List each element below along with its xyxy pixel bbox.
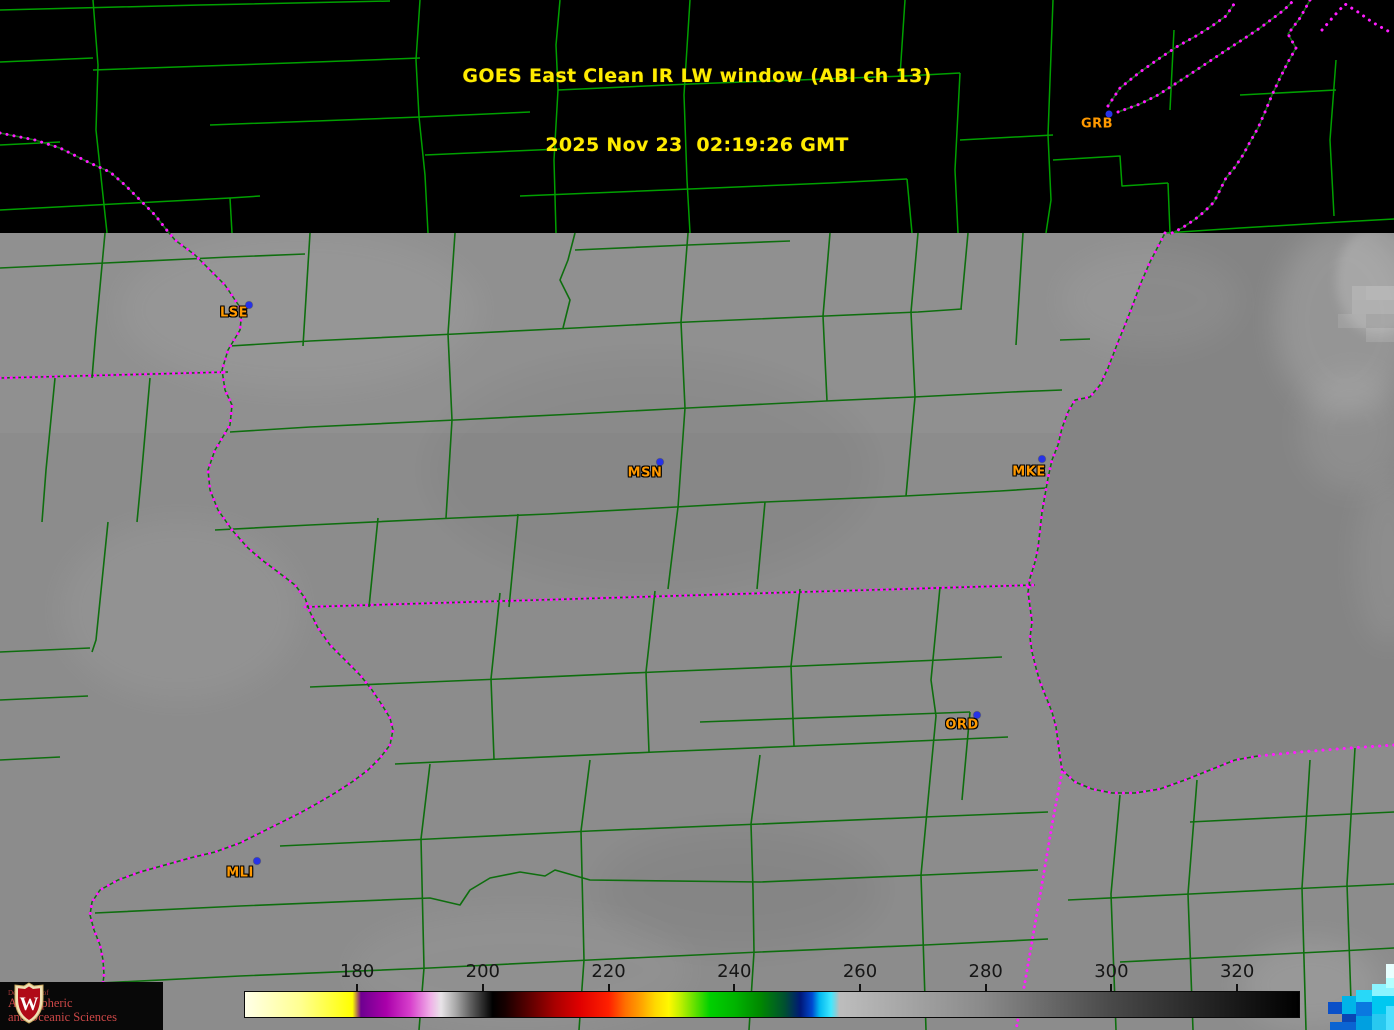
city-label: MLI [226, 865, 254, 881]
colorbar-tick-label: 300 [1094, 961, 1129, 982]
colorbar-tick-label: 260 [842, 961, 878, 982]
colorbar-tick [607, 984, 610, 991]
title-line-1: GOES East Clean IR LW window (ABI ch 13) [462, 65, 932, 87]
colorbar-tick [733, 984, 736, 991]
city-dot [1038, 455, 1046, 463]
colorbar-tick [859, 984, 861, 991]
colorbar-tick-label: 240 [717, 961, 752, 982]
aos-logo: W Department of Atmospheric and Oceanic … [0, 982, 163, 1030]
city-dot [245, 301, 253, 309]
temperature-colorbar [244, 991, 1300, 1018]
city-label: LSE [219, 305, 249, 321]
city-label: ORD [945, 717, 979, 733]
colorbar-tick-label: 200 [465, 961, 501, 982]
city-dot [973, 711, 981, 719]
colorbar-tick [1110, 984, 1113, 991]
city-dot [656, 458, 664, 466]
title-line-2: 2025 Nov 23 02:19:26 GMT [545, 134, 849, 156]
colorbar-tick [481, 984, 484, 991]
colorbar-tick [356, 984, 359, 991]
uw-crest-icon: W [14, 982, 44, 1024]
image-title: GOES East Clean IR LW window (ABI ch 13)… [0, 19, 1394, 203]
city-label: MKE [1012, 464, 1046, 480]
colorbar-tick-label: 280 [968, 961, 1003, 982]
svg-text:W: W [20, 994, 39, 1015]
colorbar-tick-label: 180 [339, 961, 375, 982]
colorbar-tick-label: 320 [1219, 961, 1255, 982]
satellite-image-viewport: GOES East Clean IR LW window (ABI ch 13)… [0, 0, 1394, 1030]
colorbar-tick [1236, 984, 1239, 991]
city-dot [253, 857, 261, 865]
colorbar-tick-label: 220 [591, 961, 626, 982]
colorbar-tick [984, 984, 987, 991]
city-label: MSN [627, 465, 663, 481]
